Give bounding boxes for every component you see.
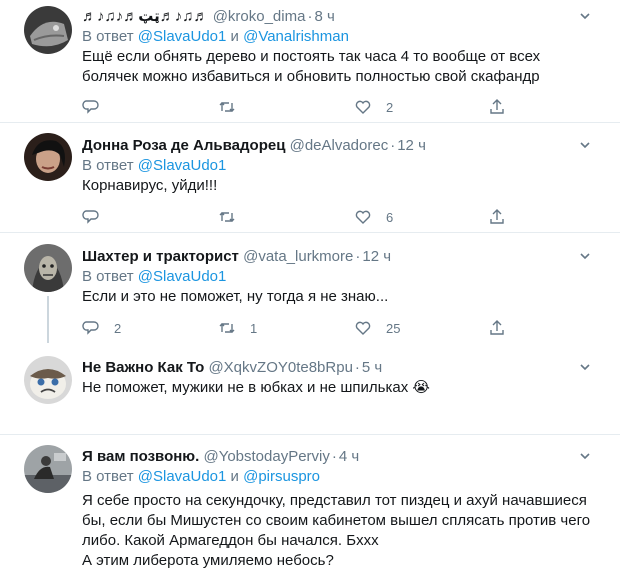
mention-link[interactable]: @SlavaUdo1 [138, 468, 227, 485]
tweet[interactable]: Шахтер и тракторист @vata_lurkmore · 12 ч … [0, 233, 620, 343]
user-handle[interactable]: @vata_lurkmore [243, 248, 353, 265]
retweet-button[interactable] [218, 207, 250, 227]
separator-dot: · [331, 448, 337, 465]
chevron-down-icon[interactable] [578, 249, 592, 263]
replying-to: В ответ @SlavaUdo1 [82, 268, 227, 285]
display-name[interactable]: ♬♪♫♪♬ټټ♬♪♫♬ [82, 8, 209, 25]
like-button[interactable]: 25 [354, 318, 400, 338]
tweet-text: Если и это не поможет, ну тогда я не зна… [82, 288, 389, 305]
share-icon [490, 209, 504, 224]
timestamp[interactable]: 12 ч [362, 248, 391, 265]
separator-dot: · [354, 359, 360, 376]
tweet-text: Я себе просто на секундочку, представил … [82, 492, 591, 569]
timestamp[interactable]: 12 ч [397, 137, 426, 154]
like-button[interactable]: 2 [354, 97, 393, 117]
heart-icon [355, 100, 371, 114]
chevron-down-icon[interactable] [578, 9, 592, 23]
timestamp[interactable]: 4 ч [339, 448, 359, 465]
chevron-down-icon[interactable] [578, 360, 592, 374]
like-button[interactable]: 6 [354, 207, 393, 227]
retweet-icon [219, 323, 235, 333]
avatar[interactable] [24, 356, 72, 404]
retweet-icon [219, 102, 235, 112]
avatar[interactable] [24, 6, 72, 54]
chevron-down-icon[interactable] [578, 138, 592, 152]
retweet-button[interactable] [218, 97, 250, 117]
share-icon [490, 320, 504, 335]
avatar[interactable] [24, 133, 72, 181]
mention-link[interactable]: @SlavaUdo1 [138, 28, 227, 45]
user-handle[interactable]: @XqkvZOY0te8bRpu [208, 359, 352, 376]
user-handle[interactable]: @kroko_dima [213, 8, 306, 25]
replying-to: В ответ @SlavaUdo1 [82, 157, 227, 174]
display-name[interactable]: Не Важно Как То [82, 359, 204, 376]
share-button[interactable] [488, 207, 506, 227]
replying-to: В ответ @SlavaUdo1 и @Vanalrishman [82, 28, 349, 45]
tweet-text: Ещё если обнять дерево и постоять так ча… [82, 48, 541, 85]
share-icon [490, 99, 504, 114]
reply-button[interactable] [82, 97, 114, 117]
tweet[interactable]: Не Важно Как То @XqkvZOY0te8bRpu · 5 ч Не … [0, 343, 620, 433]
thread-line [47, 296, 49, 343]
mention-link[interactable]: @pirsuspro [243, 468, 320, 485]
heart-icon [355, 321, 371, 335]
replying-to: В ответ @SlavaUdo1 и @pirsuspro [82, 468, 321, 485]
retweet-icon [219, 212, 235, 222]
tweet[interactable]: ♬♪♫♪♬ټټ♬♪♫♬ @kroko_dima · 8 ч В ответ @Sla… [0, 0, 620, 122]
user-handle[interactable]: @YobstodayPerviy [203, 448, 329, 465]
reply-button[interactable] [82, 207, 114, 227]
timestamp[interactable]: 8 ч [314, 8, 334, 25]
reply-icon [82, 321, 99, 335]
separator-dot: · [355, 248, 361, 265]
reply-icon [82, 210, 99, 224]
chevron-down-icon[interactable] [578, 449, 592, 463]
tweet[interactable]: Донна Роза де Альвадорец @deAlvadorec · 12… [0, 123, 620, 231]
retweet-button[interactable]: 1 [218, 318, 257, 338]
mention-link[interactable]: @SlavaUdo1 [138, 268, 227, 285]
share-button[interactable] [488, 318, 506, 338]
avatar[interactable] [24, 445, 72, 493]
display-name[interactable]: Шахтер и тракторист [82, 248, 239, 265]
mention-link[interactable]: @SlavaUdo1 [138, 157, 227, 174]
display-name[interactable]: Донна Роза де Альвадорец [82, 137, 285, 154]
separator-dot: · [307, 8, 313, 25]
share-button[interactable] [488, 97, 506, 117]
tweet-text: Корнавирус, уйди!!! [82, 177, 218, 194]
tweet[interactable]: Я вам позвоню. @YobstodayPerviy · 4 ч В от… [0, 435, 620, 573]
separator-dot: · [390, 137, 396, 154]
reply-button[interactable]: 2 [82, 318, 121, 338]
mention-link[interactable]: @Vanalrishman [243, 28, 349, 45]
heart-icon [355, 210, 371, 224]
tweet-text: Не поможет, мужики не в юбках и не шпиль… [82, 379, 430, 396]
avatar[interactable] [24, 244, 72, 292]
user-handle[interactable]: @deAlvadorec [290, 137, 389, 154]
display-name[interactable]: Я вам позвоню. [82, 448, 199, 465]
reply-icon [82, 100, 99, 114]
timestamp[interactable]: 5 ч [362, 359, 382, 376]
